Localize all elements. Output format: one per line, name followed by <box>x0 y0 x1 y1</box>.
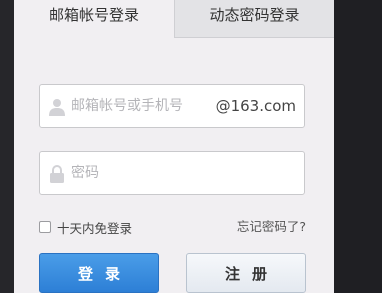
password-placeholder: 密码 <box>71 165 99 181</box>
tab-sms-login[interactable]: 动态密码登录 <box>174 0 334 38</box>
tab-mail-login[interactable]: 邮箱帐号登录 <box>14 0 174 38</box>
forgot-password-link[interactable]: 忘记密码了? <box>237 218 306 236</box>
lock-icon <box>49 165 65 183</box>
dark-background-edge <box>334 0 382 293</box>
login-button[interactable]: 登录 <box>39 253 159 293</box>
remember-label: 十天内免登录 <box>57 220 133 236</box>
password-field[interactable]: 密码 <box>39 151 305 195</box>
email-domain-suffix: @163.com <box>215 97 296 115</box>
remember-me[interactable]: 十天内免登录 <box>39 218 132 236</box>
username-placeholder: 邮箱帐号或手机号 <box>71 98 183 114</box>
username-field[interactable]: 邮箱帐号或手机号 @163.com <box>39 84 305 128</box>
user-icon <box>49 98 65 116</box>
register-button[interactable]: 注册 <box>186 253 306 293</box>
remember-checkbox[interactable] <box>39 221 51 233</box>
login-panel: 邮箱帐号登录 动态密码登录 邮箱帐号或手机号 @163.com 密码 十天内免登… <box>14 0 334 293</box>
login-tabs: 邮箱帐号登录 动态密码登录 <box>14 0 334 38</box>
